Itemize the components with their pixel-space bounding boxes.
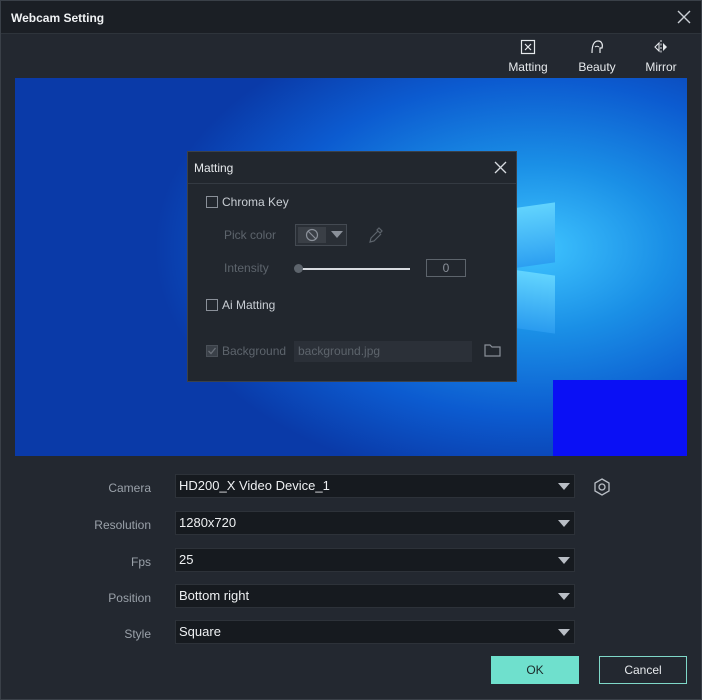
position-select[interactable]: Bottom right	[175, 584, 575, 608]
fps-label: Fps	[130, 555, 151, 569]
style-label: Style	[124, 627, 151, 641]
pick-color-label: Pick color	[224, 228, 277, 242]
matting-label: Matting	[508, 60, 548, 74]
position-label: Position	[108, 591, 151, 605]
style-select[interactable]: Square	[175, 620, 575, 644]
matting-dialog: Matting Chroma Key Pick color Intensity …	[187, 151, 517, 382]
resolution-value: 1280x720	[179, 515, 237, 530]
intensity-slider-knob[interactable]	[294, 264, 303, 273]
camera-select[interactable]: HD200_X Video Device_1	[175, 474, 575, 498]
camera-label: Camera	[108, 481, 151, 495]
matting-dialog-header: Matting	[188, 152, 516, 184]
intensity-value-box[interactable]: 0	[426, 259, 466, 277]
no-color-icon	[305, 228, 319, 242]
ok-button[interactable]: OK	[491, 656, 579, 684]
beauty-label: Beauty	[578, 60, 616, 74]
chevron-down-icon	[558, 629, 570, 636]
intensity-slider-track[interactable]	[298, 268, 410, 270]
mirror-icon	[654, 40, 667, 54]
ai-matting-checkbox[interactable]	[206, 299, 218, 311]
resolution-select[interactable]: 1280x720	[175, 511, 575, 535]
intensity-label: Intensity	[224, 261, 269, 275]
chevron-down-icon	[558, 483, 570, 490]
webcam-setting-window: Webcam Setting Matting Beauty Mirror Mat…	[0, 0, 702, 700]
resolution-label: Resolution	[94, 518, 151, 532]
position-value: Bottom right	[179, 588, 250, 603]
fps-value: 25	[179, 552, 194, 567]
matting-icon	[520, 39, 536, 55]
camera-value: HD200_X Video Device_1	[179, 478, 330, 493]
mirror-button[interactable]: Mirror	[633, 39, 689, 75]
matting-dialog-title: Matting	[194, 161, 234, 175]
webcam-preview: Matting Chroma Key Pick color Intensity …	[15, 78, 687, 456]
folder-icon[interactable]	[484, 343, 501, 357]
mirror-label: Mirror	[645, 60, 677, 74]
chroma-key-label: Chroma Key	[222, 195, 289, 209]
background-checkbox[interactable]	[206, 345, 218, 357]
style-value: Square	[179, 624, 221, 639]
background-label: Background	[222, 344, 287, 358]
ai-matting-label: Ai Matting	[222, 298, 276, 312]
chevron-down-icon	[558, 593, 570, 600]
title-bar: Webcam Setting	[1, 1, 701, 34]
chevron-down-icon	[558, 557, 570, 564]
close-icon[interactable]	[675, 8, 693, 26]
close-icon[interactable]	[493, 160, 508, 175]
pip-overlay	[553, 380, 687, 456]
check-icon	[208, 347, 217, 355]
camera-settings-icon[interactable]	[592, 477, 612, 497]
chevron-down-icon	[558, 520, 570, 527]
color-swatch	[298, 227, 326, 243]
cancel-button[interactable]: Cancel	[599, 656, 687, 684]
background-file-field[interactable]: background.jpg	[294, 341, 472, 362]
chroma-key-checkbox[interactable]	[206, 196, 218, 208]
beauty-button[interactable]: Beauty	[569, 39, 625, 75]
matting-button[interactable]: Matting	[500, 39, 556, 75]
color-picker-dropdown[interactable]	[295, 224, 347, 246]
eyedropper-icon[interactable]	[368, 226, 384, 244]
beauty-icon	[591, 40, 603, 54]
window-title: Webcam Setting	[11, 11, 105, 25]
fps-select[interactable]: 25	[175, 548, 575, 572]
chevron-down-icon	[331, 231, 343, 238]
